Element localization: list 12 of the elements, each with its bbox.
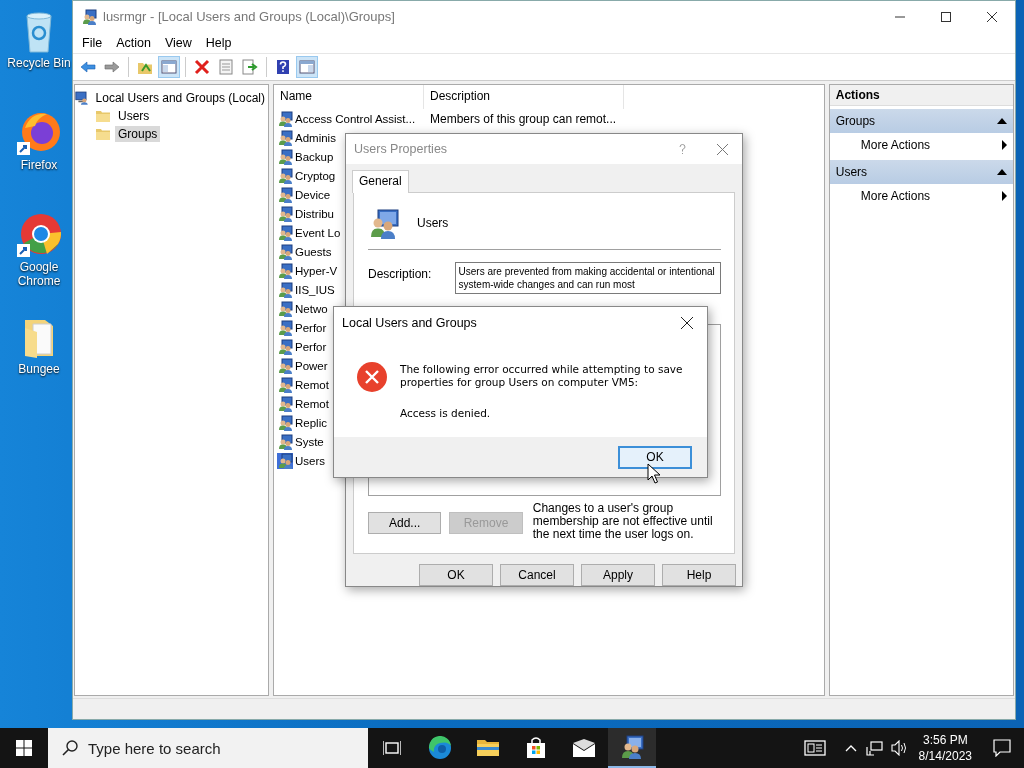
field-label: Description:: [368, 266, 433, 283]
actions-header: Actions: [829, 85, 1013, 106]
clock-time: 3:56 PM: [922, 732, 968, 748]
group-description: Members of this group can remot...: [429, 111, 617, 126]
dialog-title: Local Users and Groups: [342, 316, 478, 330]
dialog-title: Users Properties: [354, 142, 449, 156]
error-detail: Access is denied.: [400, 407, 492, 419]
group-name: Users: [417, 216, 449, 230]
window-title: lusrmgr - [Local Users and Groups (Local)\Groups]: [103, 9, 396, 24]
note-text: Changes to a user's group membership are not effective until the next time the user logs on.: [532, 502, 714, 541]
clock-date: 8/14/2023: [918, 748, 972, 764]
error-message: The following error occurred while attempting to save properties for group Users on computer VM5:: [400, 363, 684, 389]
